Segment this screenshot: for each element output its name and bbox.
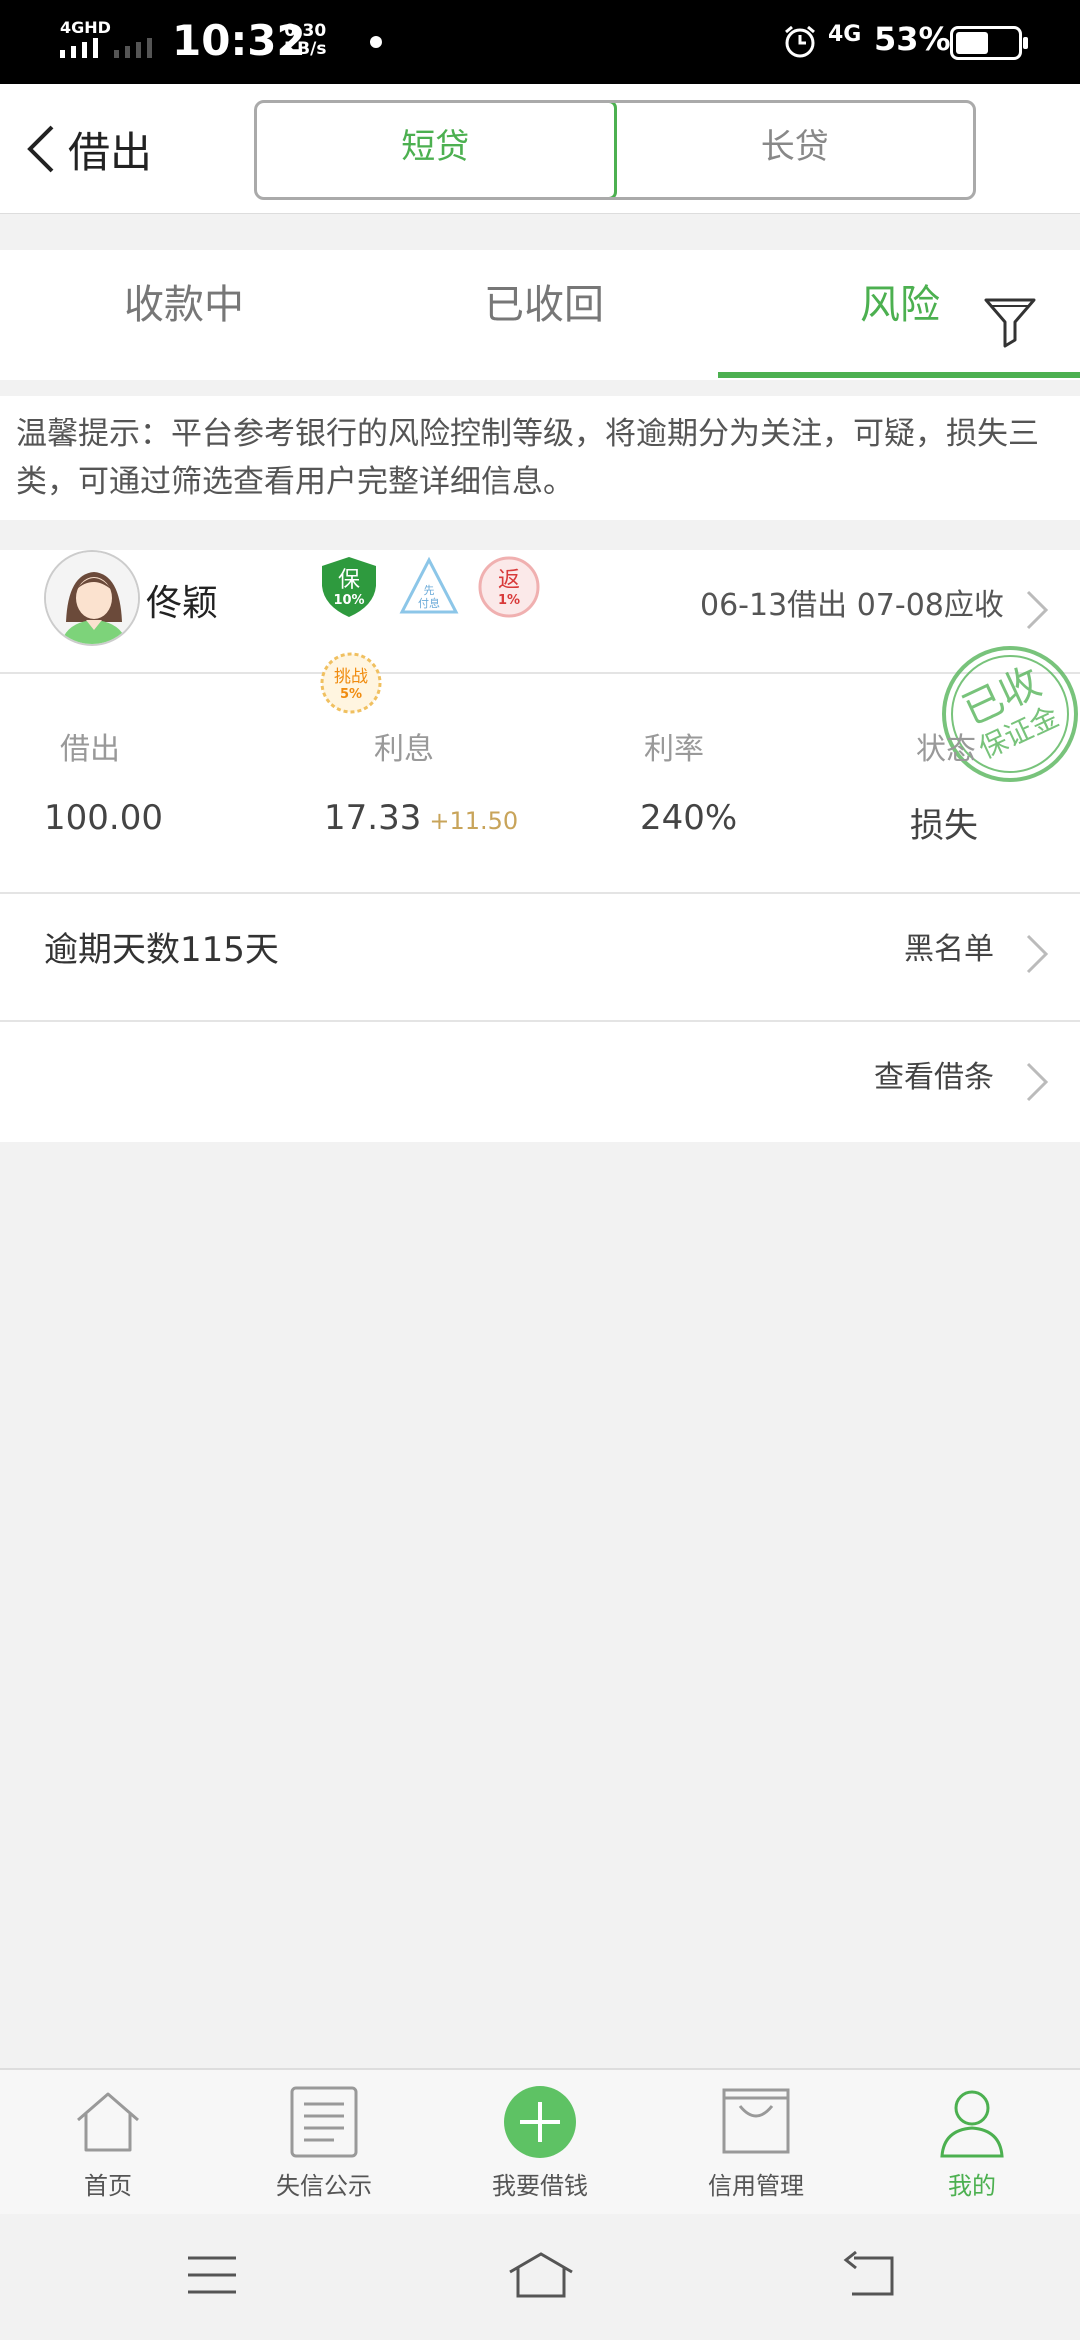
credit-card-icon [722,2088,790,2154]
header: 借出 短贷 长贷 [0,84,1080,214]
network-4g-label: 4G [828,22,862,47]
loan-card-header[interactable]: 佟颖 保 10% 先 付息 返 1% 06-13借出 07-08应收 [0,550,1080,674]
rate-value: 240% [640,798,738,838]
guarantee-badge-icon: 保 10% [322,557,376,617]
back-nav-icon[interactable] [842,2250,898,2300]
interest-label: 利息 [374,732,434,767]
svg-text:挑战: 挑战 [334,667,368,687]
home-nav-icon[interactable] [506,2250,576,2300]
svg-text:返: 返 [498,568,520,593]
collected-deposit-stamp: 已收 保证金 [942,646,1078,782]
status-tabs: 收款中 已收回 风险 [0,250,1080,380]
bottom-nav: 首页 失信公示 我要借钱 信用管理 我的 [0,2068,1080,2214]
rate-label: 利率 [644,732,704,767]
loan-card[interactable]: 佟颖 保 10% 先 付息 返 1% 06-13借出 07-08应收 挑战 5%… [0,550,1080,1142]
loan-type-switch: 短贷 长贷 [254,100,976,200]
nav-mine[interactable]: 我的 [892,2084,1052,2201]
tab-indicator [718,372,1080,378]
svg-text:付息: 付息 [418,596,440,610]
network-speed: 0.30 KB/s [284,21,327,59]
chevron-left-icon [27,125,54,173]
svg-text:1%: 1% [498,593,520,608]
view-note-row[interactable]: 查看借条 [0,1020,1080,1142]
system-nav-bar [0,2214,1080,2340]
tab-collecting[interactable]: 收款中 [124,272,244,330]
interest-value: 17.33 [324,798,422,838]
svg-text:10%: 10% [333,593,364,608]
chevron-right-icon [1026,934,1049,974]
segment-short-loan[interactable]: 短贷 [257,103,617,197]
status-label: 状态 [916,732,976,767]
home-icon [77,2092,139,2152]
user-icon [940,2090,1004,2158]
segment-long-loan[interactable]: 长贷 [617,103,974,197]
rebate-badge-icon: 返 1% [478,556,540,618]
user-name: 佟颖 [146,583,219,624]
svg-text:保: 保 [338,568,360,593]
battery-percent: 53% [874,20,951,58]
blacklist-link[interactable]: 黑名单 [904,924,994,968]
challenge-badge-icon: 挑战 5% [320,652,382,714]
loan-dates: 06-13借出 07-08应收 [700,588,1004,623]
alarm-icon [785,25,815,58]
interest-value-group: 17.33 +11.50 [324,798,518,838]
status-bar: 4GHD 10:32 0.30 KB/s 4G 53% [0,0,1080,84]
interest-first-badge-icon: 先 付息 [399,556,459,614]
overdue-days: 逾期天数115天 [44,930,279,970]
battery-icon [950,26,1028,60]
view-note-link[interactable]: 查看借条 [874,1052,994,1096]
filter-icon[interactable] [982,292,1038,348]
network-type: 4GHD [60,18,111,37]
notice-text: 温馨提示：平台参考银行的风险控制等级，将逾期分为关注，可疑，损失三类，可通过筛选… [0,396,1080,520]
tab-risk[interactable]: 风险 [860,272,940,330]
avatar [44,550,140,646]
menu-icon[interactable] [184,2250,240,2300]
status-value: 损失 [910,806,978,846]
list-icon [290,2086,358,2158]
chevron-right-icon [1026,590,1049,630]
svg-text:先: 先 [424,584,435,597]
overdue-row[interactable]: 逾期天数115天 黑名单 [0,892,1080,1020]
chevron-right-icon [1026,1062,1049,1102]
nav-home[interactable]: 首页 [28,2084,188,2201]
nav-dishonest-list[interactable]: 失信公示 [244,2084,404,2201]
lent-label: 借出 [60,732,120,767]
plus-circle-icon [504,2086,576,2158]
lent-value: 100.00 [44,798,163,838]
nav-borrow[interactable]: 我要借钱 [460,2084,620,2201]
tab-collected[interactable]: 已收回 [484,272,604,330]
nav-credit-management[interactable]: 信用管理 [676,2084,836,2201]
svg-text:5%: 5% [340,687,362,702]
signal-icon [60,38,152,58]
interest-extra: +11.50 [429,807,519,835]
notification-dot [370,36,382,48]
back-label: 借出 [68,127,153,177]
back-button[interactable]: 借出 [22,116,152,182]
